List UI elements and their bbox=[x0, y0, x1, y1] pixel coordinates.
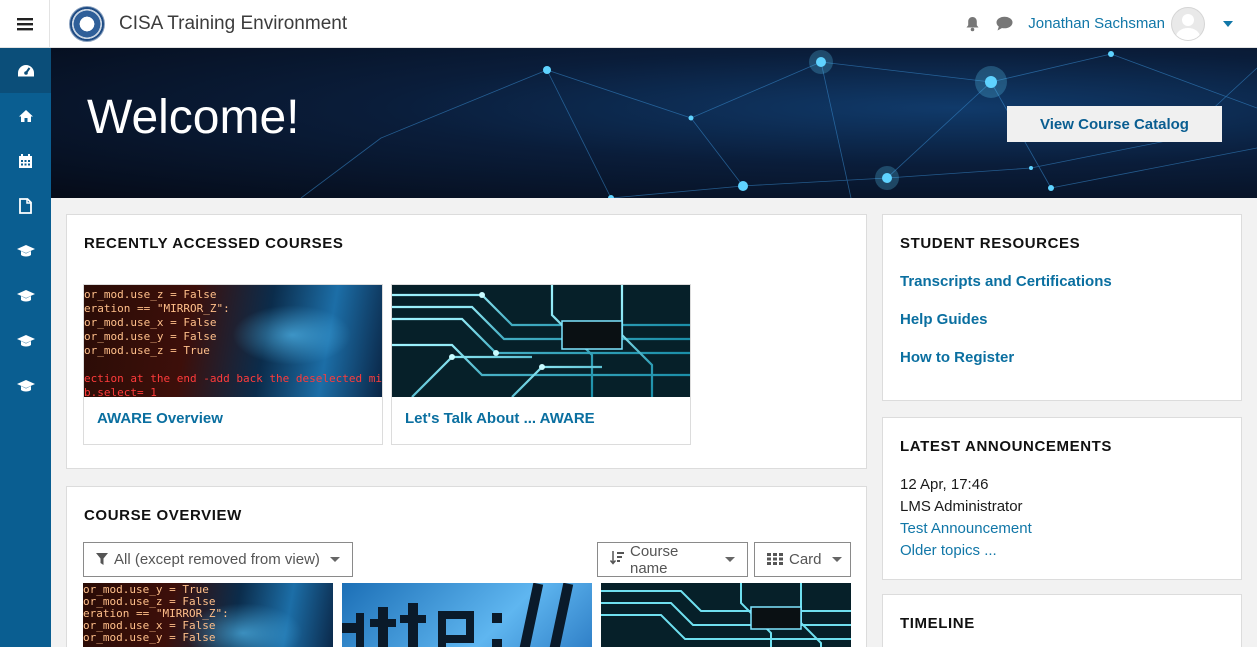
recent-courses-heading: RECENTLY ACCESSED COURSES bbox=[84, 235, 344, 252]
course-overview-card: COURSE OVERVIEW All (except removed from… bbox=[66, 486, 867, 647]
course-image[interactable] bbox=[392, 285, 690, 397]
cisa-logo[interactable] bbox=[69, 5, 105, 42]
code-line: eration == "MIRROR_Z": bbox=[84, 302, 230, 315]
avatar[interactable] bbox=[1171, 6, 1205, 41]
filter-label: All (except removed from view) bbox=[114, 551, 320, 568]
site-title[interactable]: CISA Training Environment bbox=[119, 13, 347, 35]
course-overview-heading: COURSE OVERVIEW bbox=[84, 507, 242, 524]
code-line: b.select= 1 bbox=[84, 386, 157, 397]
sort-dropdown[interactable]: Course name bbox=[597, 542, 748, 577]
user-name[interactable]: Jonathan Sachsman bbox=[1028, 15, 1165, 32]
announcement-author: LMS Administrator bbox=[900, 498, 1023, 515]
code-line: or_mod.use_y = False bbox=[83, 631, 216, 644]
filter-dropdown[interactable]: All (except removed from view) bbox=[83, 542, 353, 577]
chat-icon[interactable] bbox=[988, 0, 1020, 47]
user-menu-area: Jonathan Sachsman bbox=[956, 0, 1257, 47]
filter-icon bbox=[96, 552, 108, 568]
chevron-down-icon bbox=[831, 557, 842, 562]
code-line: or_mod.use_z = True bbox=[84, 344, 210, 357]
graduation-cap-icon[interactable] bbox=[0, 273, 51, 318]
dashboard-icon[interactable] bbox=[0, 48, 51, 93]
older-topics-link[interactable]: Older topics ... bbox=[900, 542, 997, 559]
latest-announcements-heading: LATEST ANNOUNCEMENTS bbox=[900, 438, 1112, 455]
course-card[interactable]: or_mod.use_z = False eration == "MIRROR_… bbox=[83, 284, 383, 445]
student-resources-heading: STUDENT RESOURCES bbox=[900, 235, 1081, 252]
sort-icon bbox=[609, 551, 624, 568]
how-to-register-link[interactable]: How to Register bbox=[900, 349, 1014, 366]
announcement-date: 12 Apr, 17:46 bbox=[900, 476, 989, 493]
course-image[interactable]: or_mod.use_z = False eration == "MIRROR_… bbox=[84, 285, 382, 397]
announcement-title-link[interactable]: Test Announcement bbox=[900, 520, 1032, 537]
code-line: or_mod.use_x = False bbox=[84, 316, 217, 329]
chevron-down-icon bbox=[725, 557, 735, 562]
course-image[interactable] bbox=[601, 583, 851, 647]
welcome-banner: Welcome! View Course Catalog bbox=[51, 48, 1257, 198]
code-line: or_mod.use_y = False bbox=[84, 330, 217, 343]
bell-icon[interactable] bbox=[956, 0, 988, 47]
chevron-down-icon bbox=[329, 557, 340, 562]
help-guides-link[interactable]: Help Guides bbox=[900, 311, 988, 328]
grid-icon bbox=[767, 552, 783, 568]
timeline-heading: TIMELINE bbox=[900, 615, 975, 632]
student-resources-card: STUDENT RESOURCES Transcripts and Certif… bbox=[882, 214, 1242, 401]
view-dropdown[interactable]: Card bbox=[754, 542, 851, 577]
course-card[interactable]: Let's Talk About ... AWARE bbox=[391, 284, 691, 445]
calendar-icon[interactable] bbox=[0, 138, 51, 183]
recently-accessed-courses-card: RECENTLY ACCESSED COURSES or_mod.use_z =… bbox=[66, 214, 867, 469]
code-line: ection at the end -add back the deselect… bbox=[84, 372, 382, 385]
nav-drawer-rail bbox=[0, 48, 51, 647]
file-icon[interactable] bbox=[0, 183, 51, 228]
transcripts-link[interactable]: Transcripts and Certifications bbox=[900, 273, 1112, 290]
course-image[interactable] bbox=[342, 583, 592, 647]
top-navbar: CISA Training Environment Jonathan Sachs… bbox=[0, 0, 1257, 48]
view-course-catalog-button[interactable]: View Course Catalog bbox=[1007, 106, 1222, 142]
latest-announcements-card: LATEST ANNOUNCEMENTS 12 Apr, 17:46 LMS A… bbox=[882, 417, 1242, 580]
view-label: Card bbox=[789, 551, 822, 568]
course-image[interactable]: or_mod.use_y = True or_mod.use_z = False… bbox=[83, 583, 333, 647]
hamburger-icon[interactable] bbox=[0, 0, 50, 47]
course-name-link[interactable]: AWARE Overview bbox=[97, 410, 223, 427]
timeline-card: TIMELINE bbox=[882, 594, 1242, 647]
welcome-heading: Welcome! bbox=[87, 91, 300, 144]
home-icon[interactable] bbox=[0, 93, 51, 138]
course-name-link[interactable]: Let's Talk About ... AWARE bbox=[405, 410, 595, 427]
graduation-cap-icon[interactable] bbox=[0, 318, 51, 363]
chevron-down-icon[interactable] bbox=[1223, 20, 1233, 27]
sort-label: Course name bbox=[630, 542, 679, 577]
code-line: or_mod.use_z = False bbox=[84, 288, 217, 301]
graduation-cap-icon[interactable] bbox=[0, 228, 51, 273]
graduation-cap-icon[interactable] bbox=[0, 363, 51, 408]
